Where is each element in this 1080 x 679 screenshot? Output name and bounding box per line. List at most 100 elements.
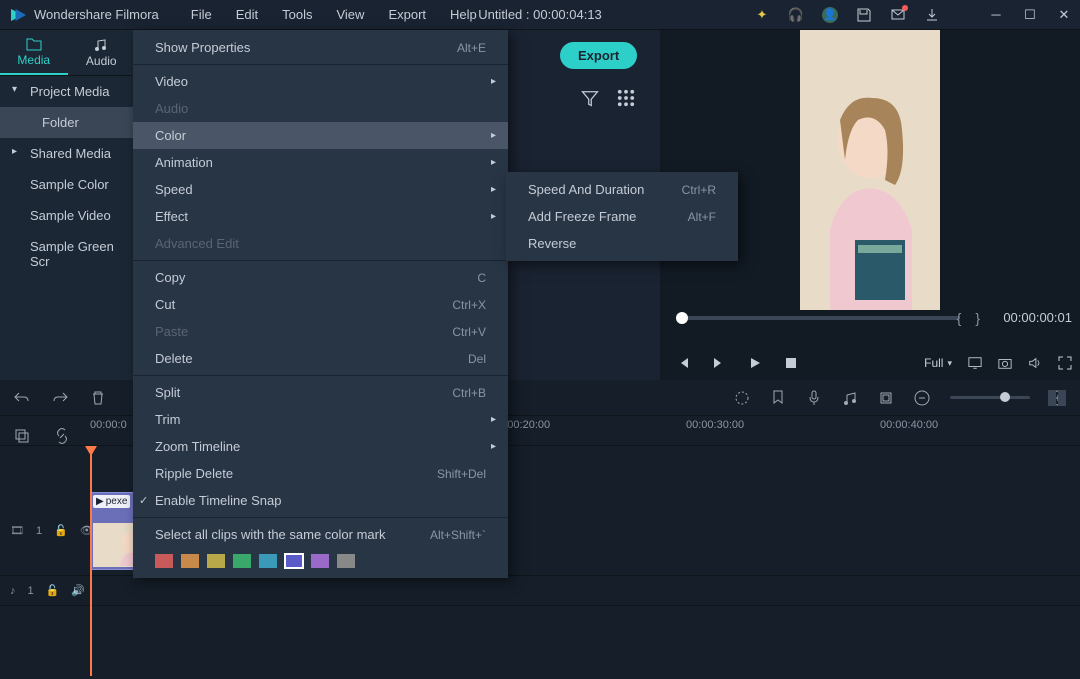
color-swatch-row — [133, 548, 508, 574]
submenu-reverse[interactable]: Reverse — [506, 230, 738, 257]
tab-media-label: Media — [17, 53, 50, 67]
save-icon[interactable] — [856, 7, 872, 23]
submenu-speed-duration[interactable]: Speed And DurationCtrl+R — [506, 176, 738, 203]
ctx-select-color-mark[interactable]: Select all clips with the same color mar… — [133, 521, 508, 548]
trash-icon[interactable] — [90, 390, 106, 406]
ctx-timeline-snap[interactable]: Enable Timeline Snap — [133, 487, 508, 514]
submenu-freeze-frame[interactable]: Add Freeze FrameAlt+F — [506, 203, 738, 230]
lock-icon[interactable]: 🔓 — [54, 524, 68, 537]
menu-view[interactable]: View — [324, 1, 376, 28]
ctx-trim[interactable]: Trim — [133, 406, 508, 433]
maximize-icon[interactable]: ☐ — [1022, 7, 1038, 23]
music-icon — [93, 38, 109, 52]
ruler-mark-30: 00:00:30:00 — [686, 419, 744, 431]
in-out-brackets[interactable]: {} — [957, 310, 994, 326]
stop-icon[interactable] — [784, 356, 798, 370]
speaker-icon[interactable]: 🔊 — [71, 584, 85, 597]
color-swatch-blue[interactable] — [285, 554, 303, 568]
menu-file[interactable]: File — [179, 1, 224, 28]
sidebar-list: Project Media Folder Shared Media Sample… — [0, 76, 135, 277]
ctx-animation[interactable]: Animation — [133, 149, 508, 176]
color-swatch-gray[interactable] — [337, 554, 355, 568]
sidebar-item-folder[interactable]: Folder — [0, 107, 135, 138]
sidebar-item-sample-color[interactable]: Sample Color — [0, 169, 135, 200]
preview-timecode: 00:00:00:01 — [1003, 310, 1072, 325]
export-button[interactable]: Export — [560, 42, 637, 69]
ctx-zoom-timeline[interactable]: Zoom Timeline — [133, 433, 508, 460]
scrub-bar[interactable] — [676, 316, 960, 320]
clip-label: ▶pexe — [93, 495, 130, 508]
undo-icon[interactable] — [14, 390, 30, 406]
fullscreen-icon[interactable] — [1058, 356, 1072, 370]
sidebar-item-shared-media[interactable]: Shared Media — [0, 138, 135, 169]
quality-select[interactable]: Full▾ — [924, 356, 952, 370]
playhead[interactable] — [90, 446, 92, 676]
tab-media[interactable]: Media — [0, 30, 68, 75]
audio-track-1[interactable]: ♪ 1 🔓 🔊 — [0, 576, 1080, 606]
export-area: Export — [560, 42, 637, 69]
track-manage-icon[interactable] — [1048, 390, 1070, 406]
close-icon[interactable]: ✕ — [1056, 7, 1072, 23]
marker-icon[interactable] — [770, 390, 786, 406]
zoom-slider[interactable] — [950, 396, 1030, 399]
lightbulb-icon[interactable]: ✦ — [754, 7, 770, 23]
menu-edit[interactable]: Edit — [224, 1, 270, 28]
zoom-out-icon[interactable] — [914, 390, 930, 406]
download-icon[interactable] — [924, 7, 940, 23]
preview-video[interactable] — [800, 30, 940, 310]
sidebar-item-project-media[interactable]: Project Media — [0, 76, 135, 107]
ctx-advanced-edit: Advanced Edit — [133, 230, 508, 257]
message-icon[interactable] — [890, 7, 906, 23]
ctx-video[interactable]: Video — [133, 68, 508, 95]
ctx-show-properties[interactable]: Show PropertiesAlt+E — [133, 34, 508, 61]
color-swatch-purple[interactable] — [311, 554, 329, 568]
menu-tools[interactable]: Tools — [270, 1, 324, 28]
next-frame-icon[interactable] — [712, 356, 726, 370]
ctx-ripple-delete[interactable]: Ripple DeleteShift+Del — [133, 460, 508, 487]
minimize-icon[interactable]: ─ — [988, 7, 1004, 23]
sidebar: Media Audio Project Media Folder Shared … — [0, 30, 135, 380]
ctx-effect[interactable]: Effect — [133, 203, 508, 230]
sidebar-item-sample-green[interactable]: Sample Green Scr — [0, 231, 135, 277]
zoom-thumb[interactable] — [1000, 392, 1010, 402]
ctx-speed[interactable]: Speed — [133, 176, 508, 203]
redo-icon[interactable] — [52, 390, 68, 406]
preview-frame-icon — [800, 30, 940, 310]
mic-icon[interactable] — [806, 390, 822, 406]
tab-audio[interactable]: Audio — [68, 30, 136, 75]
ctx-copy[interactable]: CopyC — [133, 264, 508, 291]
ruler-mark-40: 00:00:40:00 — [880, 419, 938, 431]
color-swatch-green[interactable] — [233, 554, 251, 568]
scrub-thumb[interactable] — [676, 312, 688, 324]
sidebar-item-sample-video[interactable]: Sample Video — [0, 200, 135, 231]
color-swatch-cyan[interactable] — [259, 554, 277, 568]
crop-icon[interactable] — [878, 390, 894, 406]
ctx-cut[interactable]: CutCtrl+X — [133, 291, 508, 318]
grid-icon[interactable] — [616, 88, 636, 108]
display-icon[interactable] — [968, 356, 982, 370]
audio-mixer-icon[interactable] — [842, 390, 858, 406]
ctx-delete[interactable]: DeleteDel — [133, 345, 508, 372]
play-icon[interactable] — [748, 356, 762, 370]
lock-icon[interactable]: 🔓 — [46, 584, 60, 597]
filter-icon[interactable] — [580, 88, 600, 108]
tab-audio-label: Audio — [86, 54, 117, 68]
menu-export[interactable]: Export — [376, 1, 438, 28]
color-swatch-orange[interactable] — [181, 554, 199, 568]
ctx-color[interactable]: Color — [133, 122, 508, 149]
snapshot-icon[interactable] — [998, 356, 1012, 370]
account-icon[interactable]: 👤 — [822, 7, 838, 23]
ruler-mark-0: 00:00:0 — [90, 419, 127, 431]
track-audio-icon: ♪ — [10, 585, 16, 597]
prev-frame-icon[interactable] — [676, 356, 690, 370]
menu-bar: Wondershare Filmora File Edit Tools View… — [0, 0, 1080, 30]
ctx-split[interactable]: SplitCtrl+B — [133, 379, 508, 406]
headphones-icon[interactable]: 🎧 — [788, 7, 804, 23]
color-swatch-red[interactable] — [155, 554, 173, 568]
color-swatch-yellow[interactable] — [207, 554, 225, 568]
volume-icon[interactable] — [1028, 356, 1042, 370]
audio-track-head: ♪ 1 🔓 🔊 — [0, 576, 88, 605]
render-icon[interactable] — [734, 390, 750, 406]
top-icons: ✦ 🎧 👤 ─ ☐ ✕ — [754, 7, 1072, 23]
track-label: 1 — [36, 525, 42, 537]
